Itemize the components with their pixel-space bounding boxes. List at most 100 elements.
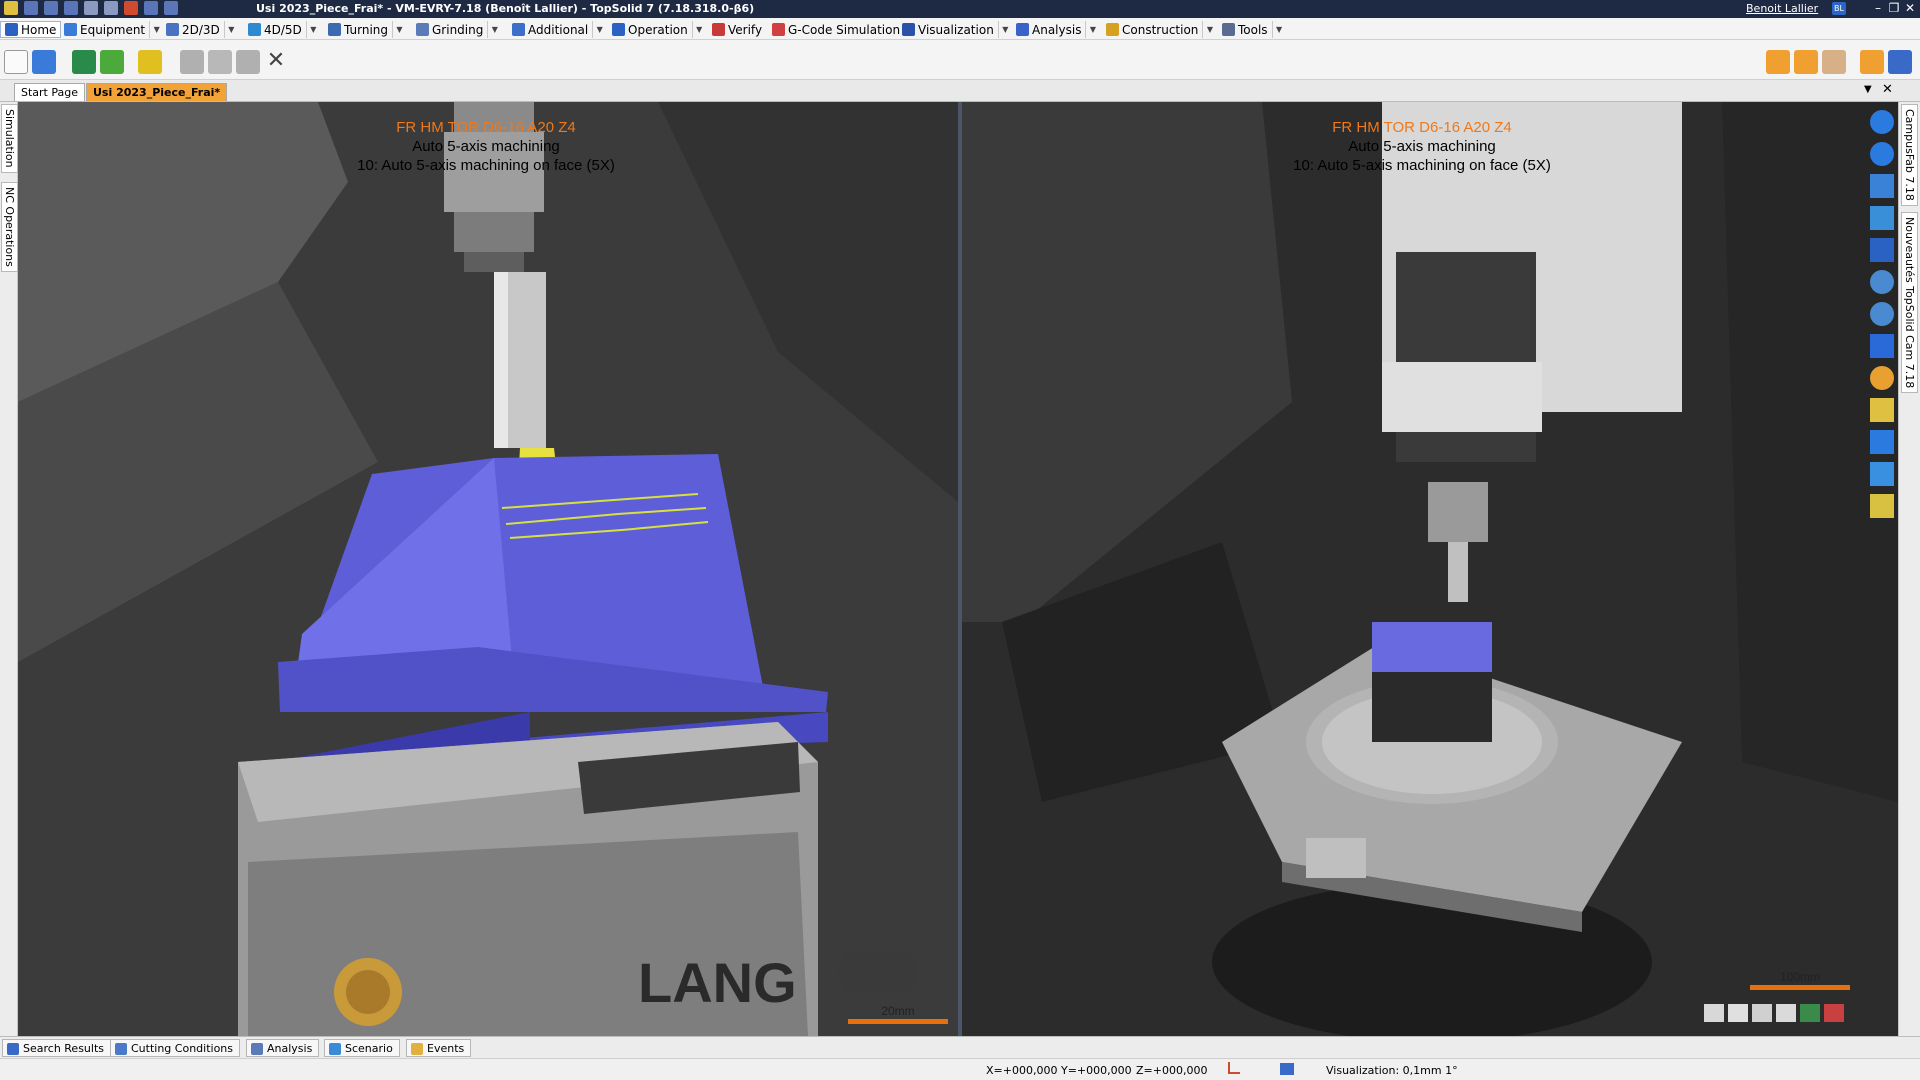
menu-analysis[interactable]: Analysis ▼: [1016, 21, 1099, 38]
tab-search-results[interactable]: Search Results: [2, 1039, 112, 1057]
document-tabs: Start Page Usi 2023_Piece_Frai* ▼ ✕: [0, 80, 1920, 102]
view-top-icon[interactable]: [1728, 1004, 1748, 1022]
chevron-down-icon[interactable]: ▼: [1202, 21, 1216, 38]
menu-visualization[interactable]: Visualization ▼: [902, 21, 1012, 38]
open-file-icon[interactable]: [32, 50, 56, 74]
menu-construction[interactable]: Construction ▼: [1106, 21, 1216, 38]
viewport-left[interactable]: LANG FR HM TOR D6-16 A20 Z4 Auto 5-axis …: [18, 102, 958, 1036]
sync-icon[interactable]: [1794, 50, 1818, 74]
viewport-right[interactable]: FR HM TOR D6-16 A20 Z4 Auto 5-axis machi…: [962, 102, 1898, 1036]
cut-icon[interactable]: [180, 50, 204, 74]
restore-button[interactable]: ❐: [1886, 1, 1902, 16]
pan-icon[interactable]: [1870, 110, 1894, 134]
chevron-down-icon[interactable]: ▼: [223, 21, 238, 38]
menu-equipment[interactable]: Equipment ▼: [64, 21, 163, 38]
palette-icon[interactable]: [1822, 50, 1846, 74]
palette-icon[interactable]: [1870, 366, 1894, 390]
menu-home[interactable]: Home: [0, 21, 62, 38]
rotate-icon[interactable]: [1870, 142, 1894, 166]
view-iso-icon[interactable]: [1752, 1004, 1772, 1022]
window-layout-icon[interactable]: [1888, 50, 1912, 74]
user-settings-icon[interactable]: [1860, 50, 1884, 74]
new-file-icon[interactable]: [4, 50, 28, 74]
view-section-icon[interactable]: [1824, 1004, 1844, 1022]
camera-icon[interactable]: [1870, 430, 1894, 454]
redo-icon[interactable]: [104, 1, 118, 15]
spindle-tool: [1448, 542, 1468, 602]
tab-campusfab[interactable]: CampusFab 7.18: [1901, 104, 1918, 206]
render-icon[interactable]: [1870, 494, 1894, 518]
save-all-icon[interactable]: [44, 1, 58, 15]
menu-4d5d[interactable]: 4D/5D ▼: [248, 21, 320, 38]
view-front-icon[interactable]: [1704, 1004, 1724, 1022]
delete-icon[interactable]: ✕: [264, 50, 288, 74]
layout-icon[interactable]: [1870, 238, 1894, 262]
paste-icon[interactable]: [236, 50, 260, 74]
new-document-icon[interactable]: [124, 1, 138, 15]
help-icon[interactable]: [1870, 398, 1894, 422]
chevron-down-icon[interactable]: ▼: [1085, 21, 1099, 38]
equipment-icon: [64, 23, 77, 36]
cutting-conditions-icon: [115, 1043, 127, 1055]
chevron-down-icon[interactable]: ▼: [1271, 21, 1286, 38]
menu-turning[interactable]: Turning ▼: [328, 21, 406, 38]
status-bar: X=+000,000 Y=+000,000 Z=+000,000 Visuali…: [0, 1058, 1920, 1080]
tab-active-document[interactable]: Usi 2023_Piece_Frai*: [86, 83, 228, 101]
zoom-icon[interactable]: [1870, 302, 1894, 326]
close-window-button[interactable]: ✕: [1902, 1, 1918, 16]
zoom-window-icon[interactable]: [1870, 270, 1894, 294]
undo-icon[interactable]: [84, 1, 98, 15]
export-icon[interactable]: [100, 50, 124, 74]
tab-nouveautes[interactable]: Nouveautés TopSolid Cam 7.18: [1901, 212, 1918, 394]
tab-list-icon[interactable]: ▼: [1864, 84, 1872, 95]
refresh-icon[interactable]: [144, 1, 158, 15]
copy-icon[interactable]: [208, 50, 232, 74]
tab-start-page[interactable]: Start Page: [14, 83, 85, 101]
print-icon[interactable]: [64, 1, 78, 15]
menu-grinding[interactable]: Grinding ▼: [416, 21, 501, 38]
display-mode-icon[interactable]: [1280, 1063, 1294, 1075]
save-icon[interactable]: [24, 1, 38, 15]
chevron-down-icon[interactable]: ▼: [592, 21, 606, 38]
menu-gcode-simulation[interactable]: G-Code Simulation: [772, 21, 900, 38]
chevron-down-icon[interactable]: ▼: [305, 21, 320, 38]
section-view-icon[interactable]: [1870, 206, 1894, 230]
app-menu-icon[interactable]: [4, 1, 18, 15]
menu-operation[interactable]: Operation ▼: [612, 21, 706, 38]
axis-icon[interactable]: [1228, 1062, 1240, 1074]
right-3d-scene[interactable]: [962, 102, 1898, 1036]
minimize-button[interactable]: –: [1870, 1, 1886, 16]
measure-icon[interactable]: [1870, 174, 1894, 198]
menu-verify[interactable]: Verify: [712, 21, 762, 38]
tab-scenario[interactable]: Scenario: [324, 1039, 400, 1057]
tools-icon: [1222, 23, 1235, 36]
tab-events[interactable]: Events: [406, 1039, 472, 1057]
menu-2d3d[interactable]: 2D/3D ▼: [166, 21, 238, 38]
link-icon[interactable]: [1766, 50, 1790, 74]
update-icon[interactable]: [138, 50, 162, 74]
tab-nc-operations[interactable]: NC Operations: [1, 182, 18, 272]
view-side-icon[interactable]: [1776, 1004, 1796, 1022]
chevron-down-icon[interactable]: ▼: [997, 21, 1012, 38]
user-avatar[interactable]: BL: [1832, 2, 1846, 15]
chevron-down-icon[interactable]: ▼: [149, 21, 163, 38]
turning-icon: [328, 23, 341, 36]
main-toolbar: ✕: [0, 40, 1920, 80]
pin-icon[interactable]: [164, 1, 178, 15]
chevron-down-icon[interactable]: ▼: [487, 21, 501, 38]
import-icon[interactable]: [72, 50, 96, 74]
chevron-down-icon[interactable]: ▼: [392, 21, 406, 38]
cube-view-icon[interactable]: [1870, 334, 1894, 358]
operation-detail-label: 10: Auto 5-axis machining on face (5X): [357, 157, 615, 174]
user-name-link[interactable]: Benoit Lallier: [1746, 2, 1818, 15]
close-document-icon[interactable]: ✕: [1882, 82, 1893, 97]
tab-analysis[interactable]: Analysis: [246, 1039, 320, 1057]
light-icon[interactable]: [1870, 462, 1894, 486]
left-3d-scene[interactable]: LANG: [18, 102, 958, 1036]
chevron-down-icon[interactable]: ▼: [691, 21, 706, 38]
tab-simulation[interactable]: Simulation: [1, 104, 18, 173]
menu-additional[interactable]: Additional ▼: [512, 21, 606, 38]
menu-tools[interactable]: Tools ▼: [1222, 21, 1286, 38]
tab-cutting-conditions[interactable]: Cutting Conditions: [110, 1039, 241, 1057]
view-grid-icon[interactable]: [1800, 1004, 1820, 1022]
